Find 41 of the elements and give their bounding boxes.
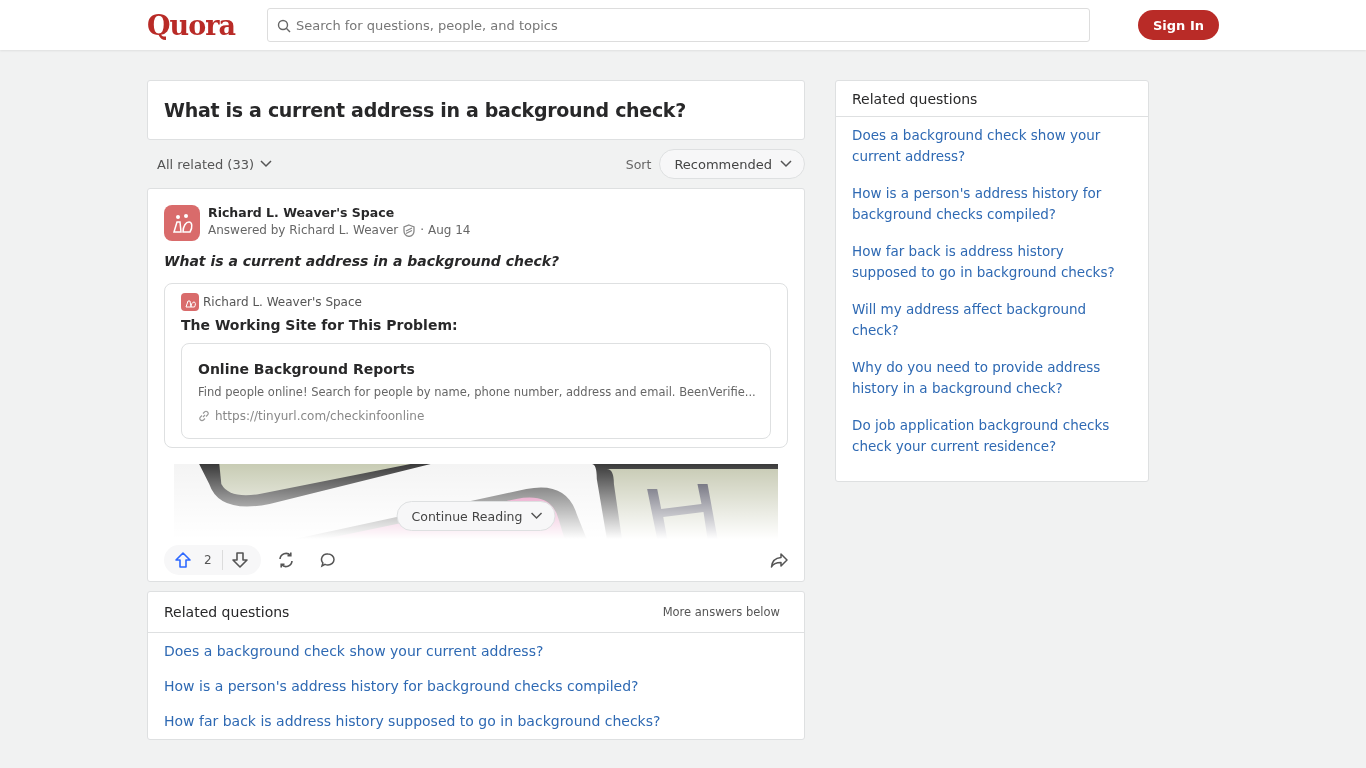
space-avatar-icon	[181, 293, 199, 311]
answer-date: · Aug 14	[420, 223, 471, 237]
related-questions-title: Related questions	[836, 81, 1148, 117]
sign-in-button[interactable]: Sign In	[1138, 10, 1219, 40]
related-questions-title: Related questions	[164, 604, 290, 620]
upvote-icon	[174, 551, 192, 569]
continue-reading-button[interactable]: Continue Reading	[396, 501, 556, 531]
link-url: https://tinyurl.com/checkinfoonline	[215, 409, 425, 423]
related-question-link[interactable]: How is a person's address history for background checks compiled?	[836, 183, 1148, 241]
caret-icon	[780, 160, 792, 168]
more-answers-note: More answers below	[662, 605, 780, 619]
embedded-post[interactable]	[164, 283, 788, 448]
shield-icon	[403, 223, 416, 237]
related-question-link[interactable]: How far back is address history supposed to go in background checks?	[836, 241, 1148, 299]
caret-icon	[530, 512, 543, 520]
sort-dropdown[interactable]: Recommended	[659, 149, 805, 179]
related-question-link[interactable]: Do job application background checks check your current residence?	[836, 415, 1148, 473]
caret-icon	[260, 160, 273, 168]
link-icon	[198, 410, 210, 422]
all-related-dropdown[interactable]: All related (33)	[147, 156, 283, 172]
answer-question: What is a current address in a background check?	[164, 253, 561, 269]
space-name[interactable]: Richard L. Weaver's Space	[208, 205, 471, 220]
related-question-link[interactable]: Does a background check show your current address?	[148, 633, 804, 669]
link-preview-card[interactable]: Online Background Reports Find people online! Search for people by name, phone number, address and email. BeenVerifie... https://tinyurl.com/checkinfoonline	[181, 343, 771, 439]
search-field[interactable]: Search for questions, people, and topics	[267, 8, 1090, 42]
related-question-link[interactable]: Will my address affect background check?	[836, 299, 1148, 357]
embedded-heading: The Working Site for This Problem:	[181, 317, 459, 333]
upvote-button[interactable]: 2	[168, 551, 222, 569]
quora-logo[interactable]: Quora	[147, 9, 235, 41]
link-description: Find people online! Search for people by name, phone number, address and email. BeenVerifie...	[198, 385, 754, 399]
embedded-space-name: Richard L. Weaver's Space	[203, 295, 362, 309]
space-avatar-icon[interactable]	[164, 205, 200, 241]
question-title: What is a current address in a background check?	[164, 99, 687, 121]
downvote-icon	[230, 551, 249, 569]
link-title: Online Background Reports	[198, 361, 416, 377]
related-question-link[interactable]: How far back is address history supposed to go in background checks?	[148, 704, 804, 739]
related-question-link[interactable]: Why do you need to provide address history in a background check?	[836, 357, 1148, 415]
related-question-link[interactable]: Does a background check show your current address?	[836, 125, 1148, 183]
answered-by[interactable]: Answered by Richard L. Weaver	[208, 223, 399, 237]
sort-label: Sort	[625, 156, 652, 172]
related-question-link[interactable]: How is a person's address history for background checks compiled?	[148, 669, 804, 704]
